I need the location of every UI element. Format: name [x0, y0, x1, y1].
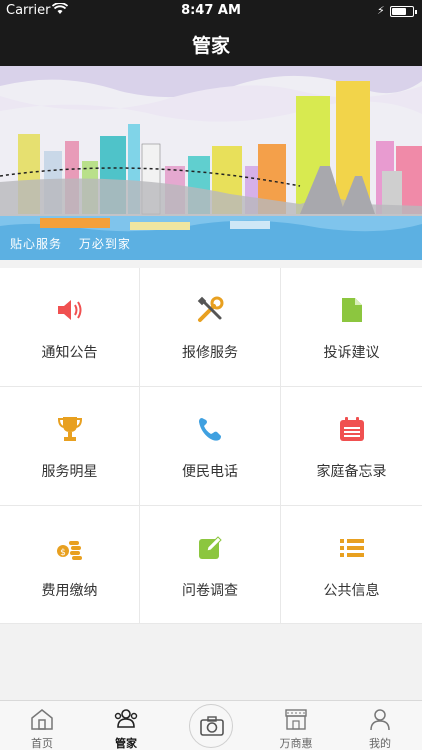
city-skyline-illustration — [0, 66, 422, 260]
trophy-icon — [56, 415, 84, 443]
tab-home[interactable]: 首页 — [0, 701, 84, 750]
navigation-bar: 管家 — [0, 22, 422, 66]
tab-butler[interactable]: 管家 — [84, 701, 168, 750]
service-label: 公共信息 — [323, 583, 380, 599]
banner-caption: 贴心服务 万必到家 — [10, 235, 143, 252]
service-repair[interactable]: 报修服务 — [140, 268, 281, 387]
tab-profile[interactable]: 我的 — [338, 701, 422, 750]
page-title: 管家 — [191, 35, 230, 57]
battery-icon: ⚡ — [377, 4, 417, 17]
service-label: 问卷调查 — [182, 583, 238, 599]
service-label: 报修服务 — [182, 345, 238, 361]
home-icon — [30, 707, 54, 731]
service-payment[interactable]: $ 费用缴纳 — [0, 506, 140, 624]
service-label: 便民电话 — [182, 464, 238, 480]
phone-icon — [196, 415, 224, 443]
service-label: 投诉建议 — [323, 345, 380, 361]
service-label: 家庭备忘录 — [316, 464, 387, 480]
people-icon — [114, 707, 138, 731]
camera-button[interactable] — [189, 704, 233, 748]
banner-image[interactable]: 贴心服务 万必到家 — [0, 66, 422, 260]
tab-label: 首页 — [31, 737, 53, 750]
edit-icon — [196, 534, 224, 562]
clock: 8:47 AM — [181, 3, 241, 18]
service-survey[interactable]: 问卷调查 — [140, 506, 281, 624]
service-grid: 通知公告 报修服务 投诉建议 服务明星 便民电话 家庭备忘录 $ 费用缴纳 问卷… — [0, 268, 422, 624]
store-icon — [284, 707, 308, 731]
service-memo[interactable]: 家庭备忘录 — [281, 387, 422, 506]
service-public-info[interactable]: 公共信息 — [281, 506, 422, 624]
status-bar: Carrier 8:47 AM ⚡ — [0, 0, 422, 22]
user-icon — [368, 707, 392, 731]
tools-icon — [196, 296, 224, 324]
list-icon — [338, 534, 366, 562]
service-label: 通知公告 — [41, 345, 98, 361]
service-label: 费用缴纳 — [41, 583, 98, 599]
tab-label: 万商惠 — [279, 737, 313, 750]
service-phone[interactable]: 便民电话 — [140, 387, 281, 506]
calendar-icon — [338, 415, 366, 443]
service-label: 服务明星 — [41, 464, 98, 480]
service-notice[interactable]: 通知公告 — [0, 268, 140, 387]
speaker-icon — [56, 296, 84, 324]
tab-label: 我的 — [369, 737, 391, 750]
tab-label: 管家 — [115, 737, 137, 750]
service-complaint[interactable]: 投诉建议 — [281, 268, 422, 387]
svg-text:$: $ — [60, 548, 66, 558]
tab-bar: 首页 管家 万商惠 我的 — [0, 700, 422, 750]
banner-caption-right: 万必到家 — [78, 237, 131, 251]
camera-icon — [200, 716, 224, 736]
service-star[interactable]: 服务明星 — [0, 387, 140, 506]
document-icon — [338, 296, 366, 324]
coins-icon: $ — [56, 534, 84, 562]
tab-merchant[interactable]: 万商惠 — [254, 701, 338, 750]
banner-caption-left: 贴心服务 — [10, 237, 63, 251]
